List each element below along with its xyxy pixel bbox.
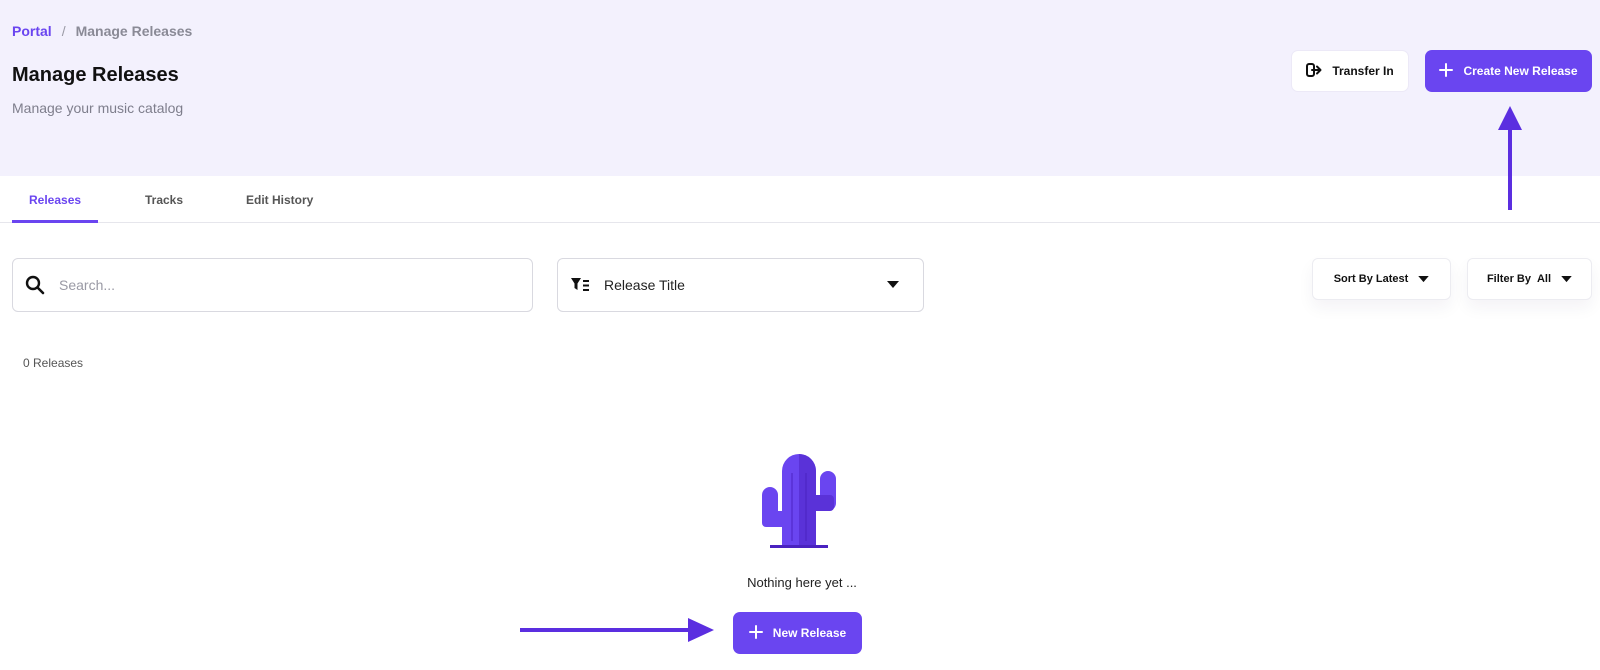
tab-bar: Releases Tracks Edit History bbox=[0, 176, 1600, 223]
plus-icon bbox=[748, 624, 773, 642]
search-input[interactable] bbox=[59, 277, 499, 293]
tab-edit-history[interactable]: Edit History bbox=[246, 193, 313, 207]
annotation-arrow-right-icon bbox=[520, 618, 714, 642]
filter-dropdown-value: All bbox=[1536, 273, 1552, 285]
search-box[interactable] bbox=[12, 258, 533, 312]
tab-releases[interactable]: Releases bbox=[29, 193, 81, 207]
search-icon bbox=[25, 275, 45, 295]
transfer-icon bbox=[1306, 62, 1332, 80]
new-release-button[interactable]: New Release bbox=[733, 612, 862, 654]
create-new-release-label: Create New Release bbox=[1463, 64, 1578, 78]
breadcrumb-current: Manage Releases bbox=[75, 23, 193, 39]
filter-list-icon bbox=[570, 277, 590, 293]
chevron-down-icon bbox=[1561, 275, 1572, 283]
new-release-label: New Release bbox=[772, 626, 847, 640]
page-subtitle: Manage your music catalog bbox=[12, 100, 184, 116]
release-count: 0 Releases bbox=[23, 356, 84, 370]
sort-dropdown-label: Sort By Latest bbox=[1333, 273, 1409, 285]
chevron-down-icon bbox=[887, 281, 899, 289]
sort-dropdown[interactable]: Sort By Latest bbox=[1312, 258, 1451, 300]
page-header: Portal / Manage Releases Manage Releases M… bbox=[0, 0, 1600, 176]
transfer-in-label: Transfer In bbox=[1332, 64, 1394, 78]
transfer-in-button[interactable]: Transfer In bbox=[1291, 50, 1409, 92]
breadcrumb-separator: / bbox=[61, 23, 66, 39]
filter-dropdown[interactable]: Filter By All bbox=[1467, 258, 1592, 300]
create-new-release-button[interactable]: Create New Release bbox=[1425, 50, 1592, 92]
tab-tracks[interactable]: Tracks bbox=[145, 193, 183, 207]
chevron-down-icon bbox=[1418, 275, 1430, 283]
search-field-select[interactable]: Release Title bbox=[557, 258, 924, 312]
breadcrumb-portal-link[interactable]: Portal bbox=[12, 23, 52, 39]
plus-icon bbox=[1439, 62, 1463, 80]
cactus-icon bbox=[762, 453, 840, 554]
active-tab-indicator bbox=[12, 220, 98, 223]
breadcrumb: Portal / Manage Releases bbox=[12, 23, 192, 39]
annotation-arrow-up-icon bbox=[1498, 106, 1522, 210]
empty-state-message: Nothing here yet ... bbox=[747, 575, 857, 590]
filter-dropdown-label: Filter By bbox=[1486, 273, 1531, 285]
search-field-selected: Release Title bbox=[604, 277, 685, 293]
page-title: Manage Releases bbox=[12, 64, 179, 86]
